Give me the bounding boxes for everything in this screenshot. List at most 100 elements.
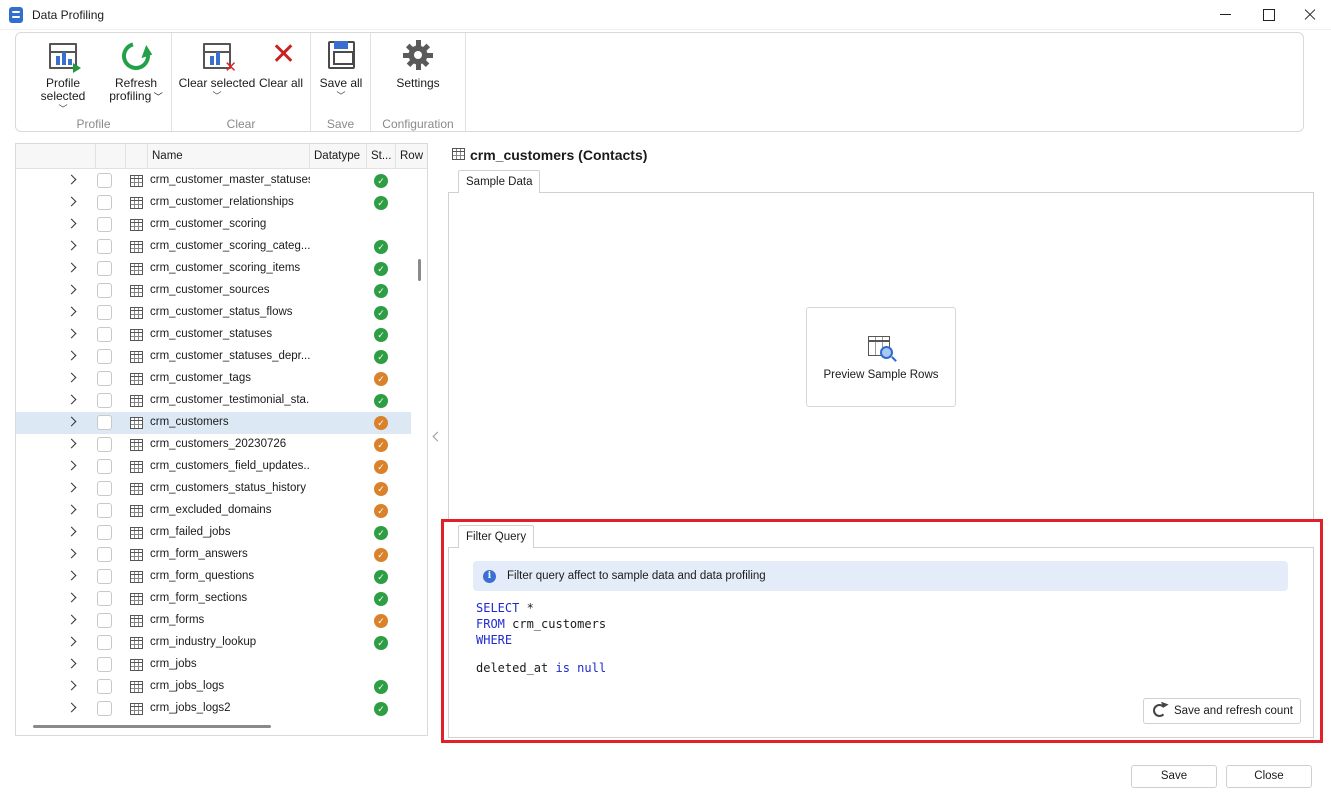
- chevron-right-icon[interactable]: [66, 240, 77, 251]
- table-row[interactable]: crm_customer_scoring_items ✓: [16, 258, 411, 280]
- maximize-button[interactable]: [1246, 0, 1290, 30]
- row-checkbox[interactable]: [97, 305, 112, 320]
- row-checkbox[interactable]: [97, 349, 112, 364]
- chevron-right-icon[interactable]: [66, 196, 77, 207]
- refresh-profiling-button[interactable]: Refresh profiling ﹀: [106, 36, 166, 104]
- chevron-right-icon[interactable]: [66, 438, 77, 449]
- row-checkbox[interactable]: [97, 173, 112, 188]
- row-checkbox[interactable]: [97, 503, 112, 518]
- chevron-right-icon[interactable]: [66, 548, 77, 559]
- row-checkbox[interactable]: [97, 569, 112, 584]
- chevron-right-icon[interactable]: [66, 262, 77, 273]
- table-row[interactable]: crm_customers_status_history ✓: [16, 478, 411, 500]
- row-checkbox[interactable]: [97, 437, 112, 452]
- table-row[interactable]: crm_customer_tags ✓: [16, 368, 411, 390]
- table-row[interactable]: crm_jobs_logs2 ✓: [16, 698, 411, 720]
- table-row[interactable]: crm_customer_statuses_depr... ✓: [16, 346, 411, 368]
- row-checkbox[interactable]: [97, 459, 112, 474]
- chevron-right-icon[interactable]: [66, 218, 77, 229]
- save-button[interactable]: Save: [1131, 765, 1217, 788]
- tab-filter-query[interactable]: Filter Query: [458, 525, 535, 548]
- table-row[interactable]: crm_customer_sources ✓: [16, 280, 411, 302]
- chevron-right-icon[interactable]: [66, 702, 77, 713]
- row-checkbox[interactable]: [97, 635, 112, 650]
- table-row[interactable]: crm_customers ✓: [16, 412, 411, 434]
- chevron-right-icon[interactable]: [66, 284, 77, 295]
- settings-button[interactable]: Settings: [393, 39, 443, 90]
- collapse-panel-chevron-icon[interactable]: [432, 431, 443, 442]
- sql-line-from[interactable]: FROM crm_customers: [476, 617, 606, 631]
- minimize-button[interactable]: [1204, 0, 1248, 30]
- table-row[interactable]: crm_customers_field_updates... ✓: [16, 456, 411, 478]
- chevron-right-icon[interactable]: [66, 416, 77, 427]
- tab-sample-data[interactable]: Sample Data: [458, 170, 541, 193]
- chevron-right-icon[interactable]: [66, 328, 77, 339]
- table-row[interactable]: crm_customer_master_statuses ✓: [16, 170, 411, 192]
- chevron-right-icon[interactable]: [66, 306, 77, 317]
- close-button[interactable]: Close: [1226, 765, 1312, 788]
- row-checkbox[interactable]: [97, 481, 112, 496]
- chevron-right-icon[interactable]: [66, 570, 77, 581]
- table-row[interactable]: crm_form_sections ✓: [16, 588, 411, 610]
- row-checkbox[interactable]: [97, 195, 112, 210]
- chevron-right-icon[interactable]: [66, 394, 77, 405]
- table-row[interactable]: crm_customer_testimonial_sta... ✓: [16, 390, 411, 412]
- sql-line-select[interactable]: SELECT *: [476, 601, 534, 615]
- save-all-button[interactable]: Save all ﹀: [317, 39, 365, 101]
- chevron-right-icon[interactable]: [66, 350, 77, 361]
- row-checkbox[interactable]: [97, 613, 112, 628]
- horizontal-scrollbar[interactable]: [33, 725, 271, 728]
- chevron-right-icon[interactable]: [66, 174, 77, 185]
- column-header-datatype[interactable]: Datatype: [309, 144, 366, 168]
- row-checkbox[interactable]: [97, 217, 112, 232]
- chevron-right-icon[interactable]: [66, 482, 77, 493]
- table-row[interactable]: crm_forms ✓: [16, 610, 411, 632]
- vertical-scrollbar[interactable]: [418, 259, 421, 281]
- row-checkbox[interactable]: [97, 371, 112, 386]
- column-header-status[interactable]: St...: [366, 144, 395, 168]
- save-and-refresh-count-button[interactable]: Save and refresh count: [1143, 698, 1301, 724]
- chevron-right-icon[interactable]: [66, 680, 77, 691]
- table-row[interactable]: crm_form_questions ✓: [16, 566, 411, 588]
- chevron-right-icon[interactable]: [66, 636, 77, 647]
- table-row[interactable]: crm_industry_lookup ✓: [16, 632, 411, 654]
- row-checkbox[interactable]: [97, 679, 112, 694]
- table-row[interactable]: crm_form_answers ✓: [16, 544, 411, 566]
- chevron-right-icon[interactable]: [66, 658, 77, 669]
- table-row[interactable]: crm_customer_status_flows ✓: [16, 302, 411, 324]
- table-row[interactable]: crm_customer_relationships ✓: [16, 192, 411, 214]
- table-row[interactable]: crm_customer_scoring_categ... ✓: [16, 236, 411, 258]
- row-checkbox[interactable]: [97, 701, 112, 716]
- table-row[interactable]: crm_customer_scoring: [16, 214, 411, 236]
- row-checkbox[interactable]: [97, 657, 112, 672]
- row-checkbox[interactable]: [97, 591, 112, 606]
- table-row[interactable]: crm_jobs: [16, 654, 411, 676]
- column-header-name[interactable]: Name: [147, 144, 309, 168]
- chevron-right-icon[interactable]: [66, 526, 77, 537]
- row-checkbox[interactable]: [97, 547, 112, 562]
- column-header-row-d[interactable]: Row D: [395, 144, 427, 168]
- table-row[interactable]: crm_failed_jobs ✓: [16, 522, 411, 544]
- chevron-right-icon[interactable]: [66, 614, 77, 625]
- profile-selected-button[interactable]: Profile selected ﹀: [24, 39, 102, 114]
- table-row[interactable]: crm_jobs_logs ✓: [16, 676, 411, 698]
- chevron-right-icon[interactable]: [66, 504, 77, 515]
- close-window-button[interactable]: [1288, 0, 1331, 30]
- row-checkbox[interactable]: [97, 239, 112, 254]
- clear-selected-button[interactable]: ✕ Clear selected ﹀: [178, 39, 256, 101]
- table-row[interactable]: crm_customers_20230726 ✓: [16, 434, 411, 456]
- row-checkbox[interactable]: [97, 393, 112, 408]
- sql-line-condition[interactable]: deleted_at is null: [476, 661, 606, 675]
- chevron-right-icon[interactable]: [66, 592, 77, 603]
- row-checkbox[interactable]: [97, 261, 112, 276]
- chevron-right-icon[interactable]: [66, 372, 77, 383]
- table-row[interactable]: crm_excluded_domains ✓: [16, 500, 411, 522]
- clear-all-button[interactable]: ✕ Clear all: [258, 39, 304, 90]
- row-checkbox[interactable]: [97, 415, 112, 430]
- row-checkbox[interactable]: [97, 525, 112, 540]
- preview-sample-rows-button[interactable]: Preview Sample Rows: [806, 307, 956, 407]
- row-checkbox[interactable]: [97, 327, 112, 342]
- table-row[interactable]: crm_customer_statuses ✓: [16, 324, 411, 346]
- row-checkbox[interactable]: [97, 283, 112, 298]
- sql-line-where[interactable]: WHERE: [476, 633, 512, 647]
